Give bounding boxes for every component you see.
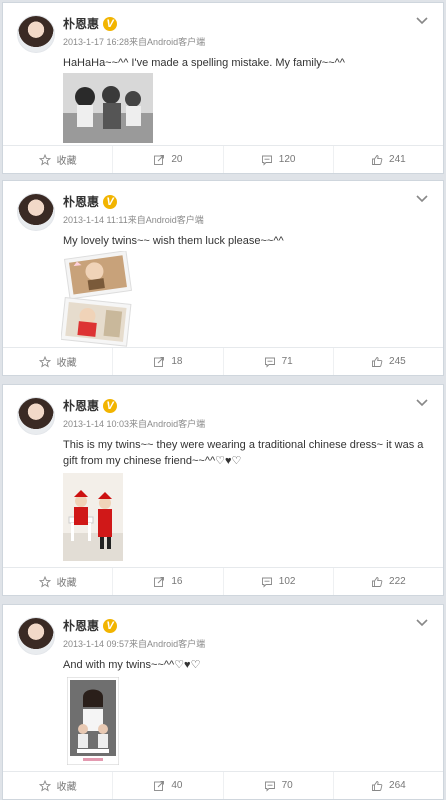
star-icon <box>38 779 51 792</box>
chevron-down-icon[interactable] <box>415 617 429 627</box>
chevron-down-icon[interactable] <box>415 193 429 203</box>
repost-count: 40 <box>171 780 183 791</box>
comment-icon <box>261 576 273 588</box>
post-text: My lovely twins~~ wish them luck please~… <box>63 235 284 247</box>
verified-badge-icon: V <box>103 194 118 209</box>
repost-button[interactable]: 16 <box>113 568 224 595</box>
favorite-label: 收藏 <box>56 156 77 167</box>
author-name[interactable]: 朴恩惠 V <box>63 617 118 634</box>
post-actions: 收藏 40 70 264 <box>3 771 443 799</box>
post-meta: 2013-1-17 16:28来自Android客户端 <box>63 37 206 47</box>
repost-button[interactable]: 40 <box>113 772 224 799</box>
avatar[interactable] <box>17 617 55 655</box>
comment-icon <box>261 154 273 166</box>
favorite-button[interactable]: 收藏 <box>3 348 114 375</box>
avatar[interactable] <box>17 193 55 231</box>
like-count: 241 <box>389 154 406 165</box>
favorite-button[interactable]: 收藏 <box>3 568 114 595</box>
author-name-text[interactable]: 朴恩惠 <box>63 617 99 634</box>
repost-count: 20 <box>171 154 183 165</box>
verified-badge-icon: V <box>103 398 118 413</box>
weibo-post: 朴恩惠 V 2013-1-17 16:28来自Android客户端 HaHaHa… <box>2 2 444 174</box>
comment-button[interactable]: 102 <box>224 568 334 595</box>
comment-count: 71 <box>281 356 293 367</box>
comment-icon <box>264 356 276 368</box>
thumbs-up-icon <box>371 576 383 588</box>
comment-count: 120 <box>278 154 296 165</box>
weibo-post: 朴恩惠 V 2013-1-14 11:11来自Android客户端 My lov… <box>2 180 444 376</box>
favorite-label: 收藏 <box>56 358 77 369</box>
avatar[interactable] <box>17 397 55 435</box>
like-button[interactable]: 264 <box>334 772 443 799</box>
star-icon <box>38 575 51 588</box>
repost-icon <box>153 154 165 166</box>
post-actions: 收藏 18 71 245 <box>3 347 443 375</box>
author-name[interactable]: 朴恩惠 V <box>63 15 118 32</box>
post-actions: 收藏 20 120 241 <box>3 145 443 173</box>
favorite-label: 收藏 <box>56 782 77 793</box>
like-count: 222 <box>389 576 406 587</box>
weibo-post: 朴恩惠 V 2013-1-14 09:57来自Android客户端 And wi… <box>2 604 444 800</box>
like-button[interactable]: 245 <box>334 348 443 375</box>
favorite-label: 收藏 <box>56 578 77 589</box>
post-image[interactable] <box>63 473 123 561</box>
chevron-down-icon[interactable] <box>415 397 429 407</box>
repost-icon <box>153 780 165 792</box>
post-text: This is my twins~~ they were wearing a t… <box>63 439 424 467</box>
repost-count: 18 <box>171 356 183 367</box>
star-icon <box>38 355 51 368</box>
like-count: 245 <box>389 356 406 367</box>
favorite-button[interactable]: 收藏 <box>3 772 114 799</box>
like-button[interactable]: 241 <box>334 146 443 173</box>
post-meta: 2013-1-14 09:57来自Android客户端 <box>63 639 206 649</box>
comment-button[interactable]: 71 <box>224 348 334 375</box>
like-button[interactable]: 222 <box>334 568 443 595</box>
post-text: And with my twins~~^^♡♥♡ <box>63 659 201 671</box>
comment-icon <box>264 780 276 792</box>
verified-badge-icon: V <box>103 618 118 633</box>
author-name-text[interactable]: 朴恩惠 <box>63 15 99 32</box>
comment-button[interactable]: 120 <box>224 146 334 173</box>
author-name-text[interactable]: 朴恩惠 <box>63 397 99 414</box>
author-name[interactable]: 朴恩惠 V <box>63 193 118 210</box>
post-image[interactable] <box>63 73 153 143</box>
weibo-post: 朴恩惠 V 2013-1-14 10:03来自Android客户端 This i… <box>2 384 444 596</box>
post-meta: 2013-1-14 10:03来自Android客户端 <box>63 419 206 429</box>
comment-count: 70 <box>281 780 293 791</box>
thumbs-up-icon <box>371 154 383 166</box>
star-icon <box>38 153 51 166</box>
avatar[interactable] <box>17 15 55 53</box>
post-actions: 收藏 16 102 222 <box>3 567 443 595</box>
post-image[interactable] <box>61 251 133 347</box>
repost-icon <box>153 576 165 588</box>
repost-icon <box>153 356 165 368</box>
repost-button[interactable]: 18 <box>113 348 224 375</box>
author-name-text[interactable]: 朴恩惠 <box>63 193 99 210</box>
comment-button[interactable]: 70 <box>224 772 334 799</box>
chevron-down-icon[interactable] <box>415 15 429 25</box>
thumbs-up-icon <box>371 356 383 368</box>
favorite-button[interactable]: 收藏 <box>3 146 114 173</box>
comment-count: 102 <box>278 576 296 587</box>
repost-button[interactable]: 20 <box>113 146 224 173</box>
like-count: 264 <box>389 780 406 791</box>
author-name[interactable]: 朴恩惠 V <box>63 397 118 414</box>
post-image[interactable] <box>67 677 119 765</box>
verified-badge-icon: V <box>103 16 118 31</box>
repost-count: 16 <box>171 576 183 587</box>
thumbs-up-icon <box>371 780 383 792</box>
post-text: HaHaHa~~^^ I've made a spelling mistake.… <box>63 57 345 69</box>
post-meta: 2013-1-14 11:11来自Android客户端 <box>63 215 204 225</box>
